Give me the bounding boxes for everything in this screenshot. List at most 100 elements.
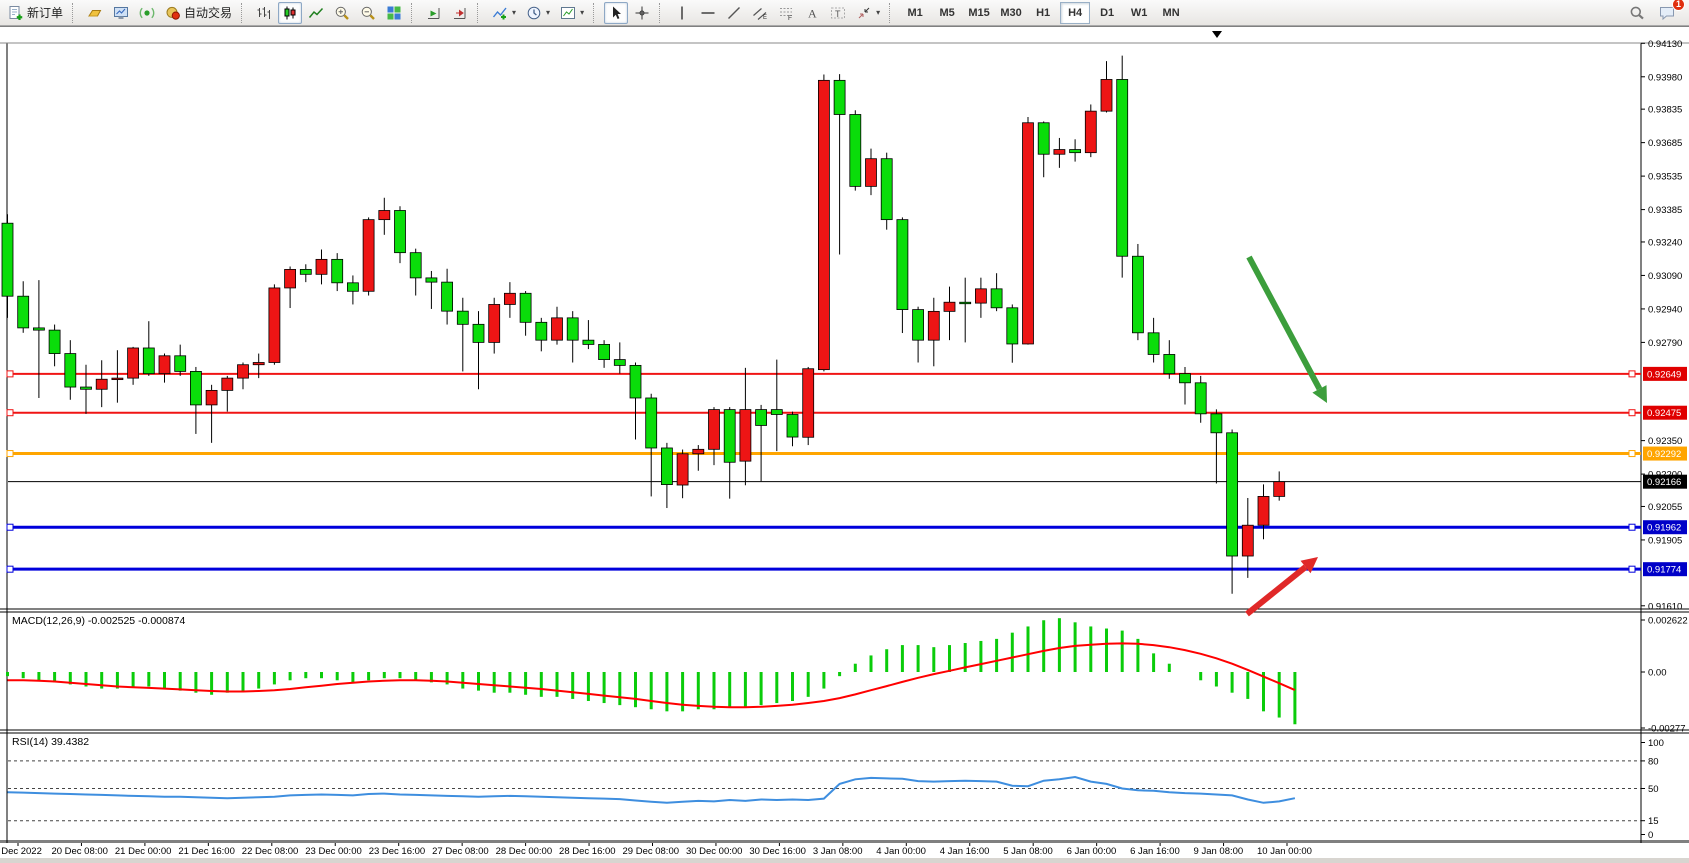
candle-down[interactable]	[834, 80, 845, 114]
candle-down[interactable]	[913, 310, 924, 341]
timeframe-m30-button[interactable]: M30	[996, 2, 1026, 24]
zoom-in-button[interactable]	[330, 2, 354, 24]
timeframe-m5-button[interactable]: M5	[932, 2, 962, 24]
candle-up[interactable]	[206, 390, 217, 405]
candle-down[interactable]	[520, 293, 531, 322]
candle-up[interactable]	[238, 365, 249, 378]
fibonacci-tool-button[interactable]: F	[774, 2, 798, 24]
candle-down[interactable]	[457, 311, 468, 324]
candle-up[interactable]	[803, 369, 814, 438]
candle-down[interactable]	[190, 371, 201, 404]
candle-down[interactable]	[661, 448, 672, 485]
candle-up[interactable]	[818, 80, 829, 369]
candle-up[interactable]	[928, 311, 939, 340]
line-handle[interactable]	[1629, 566, 1635, 572]
dropdown-caret-icon[interactable]: ▾	[512, 8, 516, 17]
vline-tool-button[interactable]	[670, 2, 694, 24]
crosshair-tool-button[interactable]	[630, 2, 654, 24]
price-chart[interactable]: 0.941300.939800.938350.936850.935350.933…	[0, 27, 1689, 863]
timeframe-h4-button[interactable]: H4	[1060, 2, 1090, 24]
candle-down[interactable]	[410, 253, 421, 278]
candle-down[interactable]	[1227, 433, 1238, 556]
candle-down[interactable]	[1038, 123, 1049, 154]
timeframe-m15-button[interactable]: M15	[964, 2, 994, 24]
line-handle[interactable]	[7, 451, 13, 457]
hline-tool-button[interactable]	[696, 2, 720, 24]
candle-down[interactable]	[1148, 333, 1159, 355]
candle-up[interactable]	[552, 318, 563, 340]
line-handle[interactable]	[7, 524, 13, 530]
tile-windows-button[interactable]	[382, 2, 406, 24]
candle-down[interactable]	[599, 344, 610, 359]
trendline-tool-button[interactable]	[722, 2, 746, 24]
candle-down[interactable]	[81, 387, 92, 389]
candle-down[interactable]	[33, 328, 44, 330]
line-chart-mode-button[interactable]	[304, 2, 328, 24]
dropdown-caret-icon[interactable]: ▾	[876, 8, 880, 17]
new-order-button[interactable]: 新订单	[4, 2, 67, 24]
line-handle[interactable]	[7, 566, 13, 572]
candle-up[interactable]	[1258, 496, 1269, 525]
bar-chart-mode-button[interactable]	[252, 2, 276, 24]
candle-up[interactable]	[740, 410, 751, 462]
signals-button[interactable]	[135, 2, 159, 24]
timeframe-m1-button[interactable]: M1	[900, 2, 930, 24]
search-button[interactable]	[1625, 2, 1649, 24]
timeframe-mn-button[interactable]: MN	[1156, 2, 1186, 24]
candle-up[interactable]	[1101, 79, 1112, 111]
candle-up[interactable]	[222, 378, 233, 390]
candle-down[interactable]	[65, 354, 76, 387]
candle-up[interactable]	[866, 159, 877, 187]
candle-up[interactable]	[1242, 525, 1253, 556]
candle-down[interactable]	[1007, 308, 1018, 344]
candle-down[interactable]	[567, 318, 578, 340]
candle-up[interactable]	[504, 293, 515, 304]
candle-down[interactable]	[426, 278, 437, 282]
arrows-tool-button[interactable]: ▾	[852, 2, 884, 24]
cursor-tool-button[interactable]	[604, 2, 628, 24]
auto-scroll-button[interactable]	[422, 2, 446, 24]
dropdown-caret-icon[interactable]: ▾	[580, 8, 584, 17]
candle-up[interactable]	[944, 302, 955, 311]
candle-down[interactable]	[143, 348, 154, 374]
candle-down[interactable]	[630, 365, 641, 398]
candle-up[interactable]	[975, 289, 986, 303]
candle-up[interactable]	[1023, 123, 1034, 344]
candle-up[interactable]	[1054, 150, 1065, 155]
candle-up[interactable]	[379, 210, 390, 219]
timeframe-d1-button[interactable]: D1	[1092, 2, 1122, 24]
candle-down[interactable]	[2, 223, 13, 296]
candle-down[interactable]	[442, 282, 453, 311]
candle-up[interactable]	[96, 379, 107, 389]
candle-up[interactable]	[285, 269, 296, 288]
candle-down[interactable]	[724, 410, 735, 463]
line-handle[interactable]	[1629, 451, 1635, 457]
line-handle[interactable]	[1629, 524, 1635, 530]
candle-up[interactable]	[709, 410, 720, 450]
candle-up[interactable]	[316, 259, 327, 274]
candle-down[interactable]	[1070, 150, 1081, 153]
candle-down[interactable]	[787, 414, 798, 437]
candle-down[interactable]	[1180, 374, 1191, 383]
candlestick-mode-button[interactable]	[278, 2, 302, 24]
line-handle[interactable]	[1629, 410, 1635, 416]
candle-down[interactable]	[614, 360, 625, 366]
candle-up[interactable]	[1274, 482, 1285, 497]
candle-up[interactable]	[489, 304, 500, 342]
candle-down[interactable]	[1117, 79, 1128, 256]
periods-button[interactable]: ▾	[522, 2, 554, 24]
candle-down[interactable]	[18, 296, 29, 328]
line-handle[interactable]	[7, 371, 13, 377]
candle-up[interactable]	[253, 362, 264, 364]
candle-down[interactable]	[771, 410, 782, 415]
candle-up[interactable]	[112, 378, 123, 380]
text-tool-button[interactable]: A	[800, 2, 824, 24]
candle-down[interactable]	[347, 283, 358, 291]
candle-down[interactable]	[897, 220, 908, 310]
candle-down[interactable]	[850, 115, 861, 187]
candle-down[interactable]	[991, 289, 1002, 308]
history-center-button[interactable]	[83, 2, 107, 24]
candle-down[interactable]	[960, 302, 971, 304]
candle-down[interactable]	[300, 269, 311, 274]
channel-tool-button[interactable]: E	[748, 2, 772, 24]
